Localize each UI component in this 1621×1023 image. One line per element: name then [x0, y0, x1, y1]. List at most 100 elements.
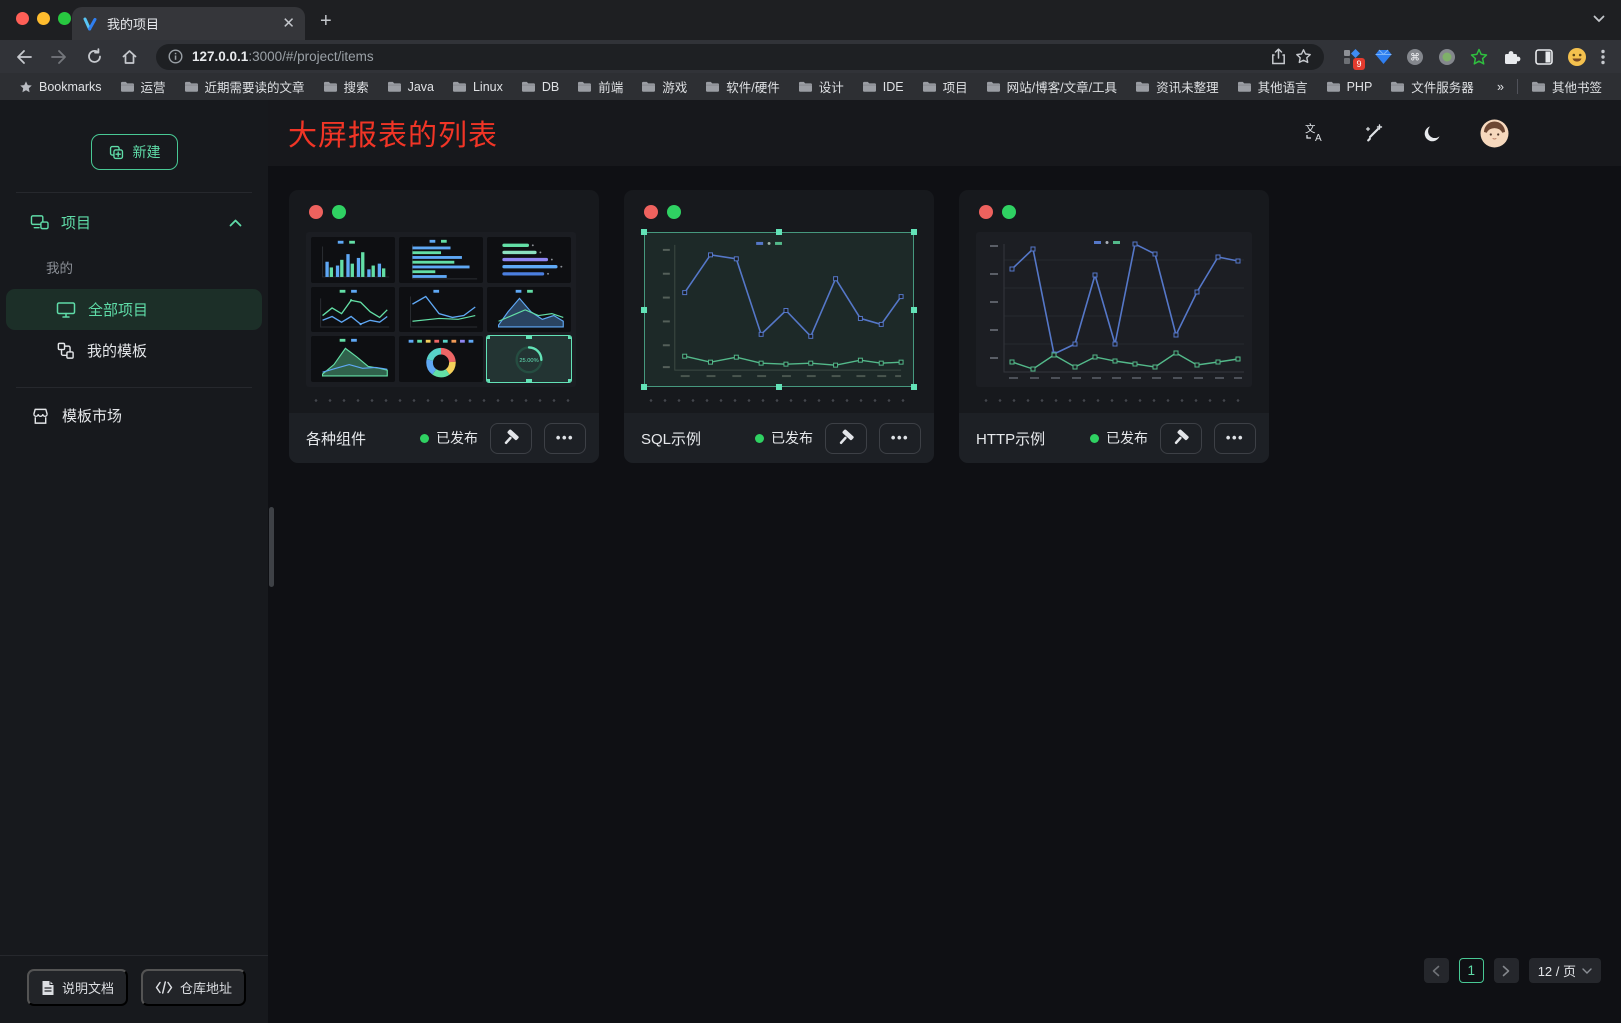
- extension-badge: 9: [1353, 58, 1365, 70]
- new-copy-plus-icon: [108, 144, 125, 161]
- tab-strip: 我的项目 ✕ +: [0, 0, 1621, 40]
- docs-button[interactable]: 说明文档: [27, 969, 128, 1006]
- browser-menu-icon[interactable]: [1601, 49, 1605, 65]
- svg-text:A: A: [1315, 133, 1322, 144]
- card-dashed-divider: [644, 399, 914, 402]
- bookmark-folder[interactable]: 前端: [568, 77, 632, 96]
- address-bar[interactable]: 127.0.0.1:3000/#/project/items: [156, 44, 1324, 70]
- chevron-up-icon[interactable]: [229, 219, 242, 227]
- extensions-puzzle-icon[interactable]: [1502, 48, 1521, 66]
- edit-project-button[interactable]: [1160, 423, 1202, 454]
- other-bookmarks-folder[interactable]: 其他书签: [1522, 77, 1611, 96]
- dark-mode-moon-icon[interactable]: [1422, 123, 1443, 144]
- side-panel-icon[interactable]: [1535, 49, 1553, 65]
- current-page-button[interactable]: 1: [1459, 958, 1484, 983]
- window-controls[interactable]: [16, 12, 71, 25]
- status-dot-icon: [755, 434, 764, 443]
- more-actions-button[interactable]: •••: [879, 423, 921, 454]
- bookmark-folder[interactable]: 运营: [111, 77, 175, 96]
- browser-chrome: 我的项目 ✕ + 127.0.0.1:3000/#/project/items: [0, 0, 1621, 100]
- bookmark-star-icon[interactable]: [1295, 48, 1312, 65]
- bookmark-folder[interactable]: 软件/硬件: [696, 77, 788, 96]
- gem-extension-icon[interactable]: [1375, 49, 1392, 65]
- bookmark-folder[interactable]: PHP: [1317, 80, 1382, 94]
- back-button[interactable]: [10, 44, 38, 70]
- project-title: HTTP示例: [976, 428, 1045, 449]
- project-card[interactable]: HTTP示例 已发布 •••: [959, 190, 1269, 463]
- status-dot-icon: [1090, 434, 1099, 443]
- bookmark-folder[interactable]: 设计: [789, 77, 853, 96]
- more-actions-button[interactable]: •••: [544, 423, 586, 454]
- project-thumbnail[interactable]: [976, 232, 1252, 387]
- bookmarks-overflow-button[interactable]: »: [1488, 80, 1513, 94]
- sidebar-sublabel-mine: 我的: [0, 233, 268, 277]
- tampermonkey-extension-icon[interactable]: 9: [1343, 48, 1361, 66]
- sidebar-item-all-projects[interactable]: 全部项目: [6, 289, 262, 330]
- mini-line-chart: [399, 287, 483, 333]
- mini-donut-chart: [399, 336, 483, 382]
- bookmark-folder[interactable]: 搜索: [314, 77, 378, 96]
- tab-close-icon[interactable]: ✕: [282, 16, 295, 31]
- command-extension-icon[interactable]: ⌘: [1406, 48, 1424, 66]
- bookmark-folder[interactable]: 项目: [913, 77, 977, 96]
- code-icon: [155, 981, 173, 994]
- bookmarks-divider: [1517, 79, 1518, 94]
- document-icon: [41, 980, 55, 996]
- bookmark-folder[interactable]: DB: [512, 80, 568, 94]
- prev-page-button[interactable]: [1424, 958, 1449, 983]
- bookmarks-manager-item[interactable]: Bookmarks: [10, 80, 111, 94]
- hammer-icon: [502, 429, 521, 448]
- minimize-window-button[interactable]: [37, 12, 50, 25]
- project-card[interactable]: SQL示例 已发布 •••: [624, 190, 934, 463]
- bookmark-folder[interactable]: Linux: [443, 80, 512, 94]
- star-extension-icon[interactable]: [1470, 48, 1488, 66]
- page-size-select[interactable]: 12 / 页: [1529, 958, 1601, 983]
- project-card[interactable]: 25.00% 各种组件 已发布: [289, 190, 599, 463]
- bookmark-folder[interactable]: IDE: [853, 80, 913, 94]
- emoji-extension-icon[interactable]: [1567, 47, 1587, 67]
- edit-project-button[interactable]: [490, 423, 532, 454]
- sidebar-item-template-market[interactable]: 模板市场: [0, 388, 268, 426]
- card-dots: [641, 202, 917, 219]
- repo-button[interactable]: 仓库地址: [141, 969, 246, 1006]
- status-badge: 已发布: [420, 428, 478, 448]
- edit-project-button[interactable]: [825, 423, 867, 454]
- scrollbar-thumb[interactable]: [269, 507, 274, 587]
- forward-button[interactable]: [45, 44, 73, 70]
- project-thumbnail[interactable]: [644, 232, 914, 387]
- header-icons: 文 A: [1304, 119, 1509, 148]
- bookmark-folder[interactable]: 近期需要读的文章: [175, 77, 314, 96]
- bookmark-folder[interactable]: 文件服务器: [1381, 77, 1483, 96]
- bookmark-folder[interactable]: 其他语言: [1228, 77, 1317, 96]
- magic-wand-icon[interactable]: [1363, 122, 1385, 144]
- bookmark-folder[interactable]: 网站/博客/文章/工具: [977, 77, 1126, 96]
- bookmark-folder[interactable]: 游戏: [632, 77, 696, 96]
- pagination: 1 12 / 页: [1424, 958, 1601, 983]
- project-thumbnail[interactable]: 25.00%: [306, 232, 576, 387]
- site-favicon: [82, 16, 98, 32]
- home-button[interactable]: [115, 44, 143, 70]
- sidebar-item-my-templates[interactable]: 我的模板: [0, 330, 268, 371]
- new-project-button[interactable]: 新建: [91, 134, 178, 170]
- site-info-icon[interactable]: [168, 49, 183, 64]
- more-actions-button[interactable]: •••: [1214, 423, 1256, 454]
- new-tab-button[interactable]: +: [320, 10, 332, 33]
- zoom-window-button[interactable]: [58, 12, 71, 25]
- mini-gauge-chart: 25.00%: [487, 336, 571, 382]
- close-window-button[interactable]: [16, 12, 29, 25]
- bookmarks-bar: Bookmarks 运营 近期需要读的文章 搜索 Java Linux DB 前…: [0, 73, 1621, 100]
- bookmark-folder[interactable]: 资讯未整理: [1126, 77, 1228, 96]
- recorder-extension-icon[interactable]: [1438, 48, 1456, 66]
- language-icon[interactable]: 文 A: [1304, 122, 1326, 144]
- share-icon[interactable]: [1271, 48, 1286, 65]
- tab-search-chevron-icon[interactable]: [1593, 15, 1605, 23]
- user-avatar[interactable]: [1480, 119, 1509, 148]
- sidebar-group-projects[interactable]: 项目: [0, 193, 268, 233]
- red-dot-icon: [309, 205, 323, 219]
- chevron-down-icon: [1582, 968, 1592, 974]
- browser-tab[interactable]: 我的项目 ✕: [72, 7, 305, 40]
- next-page-button[interactable]: [1494, 958, 1519, 983]
- mini-area-chart: [487, 287, 571, 333]
- bookmark-folder[interactable]: Java: [378, 80, 443, 94]
- reload-button[interactable]: [80, 44, 108, 70]
